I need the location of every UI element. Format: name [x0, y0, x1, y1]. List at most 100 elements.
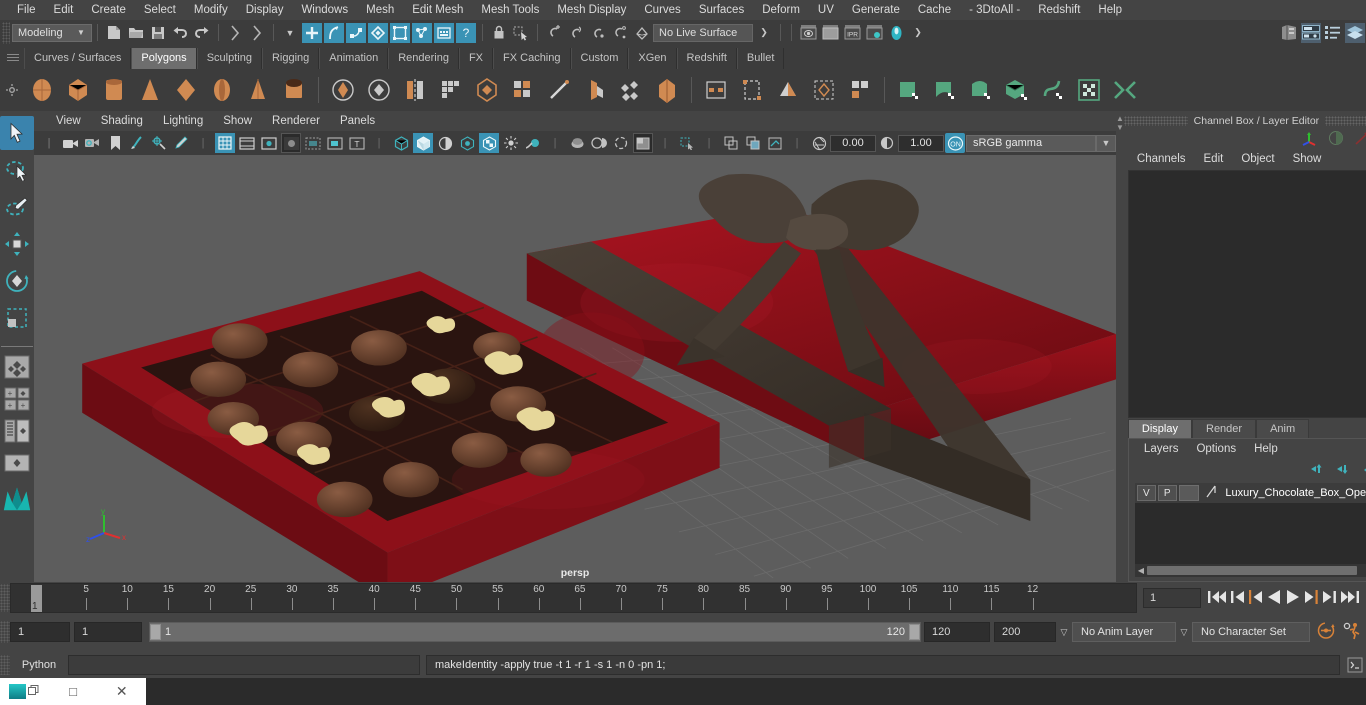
save-scene-icon[interactable] — [148, 23, 168, 43]
range-slider-grip[interactable] — [0, 621, 10, 643]
layer-menu-help[interactable]: Help — [1245, 443, 1287, 455]
four-view-layout-button[interactable]: + + + — [1, 385, 33, 413]
viewport-menu-shading[interactable]: Shading — [91, 112, 153, 131]
poly-uv-icon[interactable] — [807, 73, 841, 107]
menu-item-redshift[interactable]: Redshift — [1029, 0, 1089, 20]
select-by-rendering-icon[interactable] — [412, 22, 432, 43]
channel-box-layout-icon[interactable] — [1301, 22, 1321, 43]
live-surface-field[interactable]: No Live Surface — [653, 23, 753, 42]
step-forward-keyframe-icon[interactable] — [1322, 589, 1337, 608]
poly-smooth-icon[interactable] — [843, 73, 877, 107]
range-end-handle[interactable] — [909, 624, 920, 640]
range-start-field[interactable]: 1 — [74, 622, 142, 642]
select-by-surface-icon[interactable] — [346, 22, 366, 43]
layer-list-horizontal-scrollbar[interactable]: ◀ ▶ — [1134, 564, 1366, 577]
isolate-select-icon[interactable] — [633, 133, 653, 153]
uv-planar-icon[interactable] — [928, 73, 962, 107]
viewport-menu-show[interactable]: Show — [213, 112, 262, 131]
maximize-window-button[interactable]: □ — [49, 678, 98, 705]
camera-attributes-icon[interactable] — [83, 133, 103, 153]
render-settings-icon[interactable] — [864, 23, 884, 43]
layer-row[interactable]: V P Luxury_Chocolate_Box_Open_Red_00 — [1134, 483, 1366, 503]
menu-item-modify[interactable]: Modify — [185, 0, 237, 20]
move-layer-down-icon[interactable] — [1336, 463, 1353, 478]
layer-name-label[interactable]: Luxury_Chocolate_Box_Open_Red_00 — [1223, 487, 1366, 499]
menu-item-select[interactable]: Select — [135, 0, 185, 20]
uv-editor-icon[interactable] — [1108, 73, 1142, 107]
menu-set-selector[interactable]: Modeling ▼ — [12, 23, 92, 42]
poly-insert-edge-loop-icon[interactable] — [578, 73, 612, 107]
shelf-grip[interactable] — [2, 45, 24, 69]
command-language-label[interactable]: Python — [10, 659, 68, 671]
poly-bridge-icon[interactable] — [506, 73, 540, 107]
layer-visibility-toggle[interactable]: V — [1136, 485, 1156, 501]
render-current-frame-icon[interactable] — [798, 23, 818, 43]
select-by-dynamic-icon[interactable] — [390, 22, 410, 43]
viewport-grip[interactable]: | — [39, 133, 59, 153]
scroll-left-icon[interactable]: ◀ — [1135, 566, 1147, 575]
render-region-icon[interactable] — [820, 23, 840, 43]
panel-grip-right[interactable] — [1325, 116, 1366, 126]
transform-axis-icon[interactable] — [1300, 130, 1318, 149]
grease-pencil-icon[interactable] — [171, 133, 191, 153]
range-start-handle[interactable] — [150, 624, 161, 640]
anim-layer-dropdown-icon[interactable]: ▽ — [1176, 627, 1192, 638]
select-by-misc-icon[interactable] — [434, 22, 454, 43]
lasso-select-tool-button[interactable] — [0, 153, 34, 187]
color-space-dropdown-icon[interactable]: ▼ — [1096, 134, 1116, 152]
motion-blur-icon[interactable] — [567, 133, 587, 153]
step-back-frame-icon[interactable] — [1248, 589, 1263, 608]
menu-item-mesh-tools[interactable]: Mesh Tools — [472, 0, 548, 20]
color-space-field[interactable]: sRGB gamma — [966, 134, 1096, 152]
poly-sphere-smooth-icon[interactable] — [326, 73, 360, 107]
move-layer-up-icon[interactable] — [1310, 463, 1327, 478]
snap-curve-icon[interactable] — [566, 23, 586, 43]
viewport-menu-renderer[interactable]: Renderer — [262, 112, 330, 131]
hypershade-persp-layout-button[interactable] — [1, 449, 33, 477]
viewport-scroll-strip[interactable]: ▲ ▼ — [1116, 112, 1124, 582]
xray-icon[interactable] — [677, 133, 697, 153]
menu-item-curves[interactable]: Curves — [635, 0, 689, 20]
select-by-deform-icon[interactable] — [368, 22, 388, 43]
menu-item-create[interactable]: Create — [82, 0, 135, 20]
menu-item-generate[interactable]: Generate — [843, 0, 909, 20]
open-scene-icon[interactable] — [126, 23, 146, 43]
current-time-indicator[interactable]: 1 — [31, 585, 42, 612]
select-by-hierarchy-icon[interactable] — [302, 22, 322, 43]
select-by-curve-icon[interactable] — [324, 22, 344, 43]
command-line-grip[interactable] — [0, 655, 10, 675]
character-set-field[interactable]: No Character Set — [1192, 622, 1310, 642]
wireframe-icon[interactable] — [391, 133, 411, 153]
poly-extrude-icon[interactable] — [470, 73, 504, 107]
poly-torus-icon[interactable] — [169, 73, 203, 107]
poly-separate-icon[interactable] — [735, 73, 769, 107]
scroll-up-icon[interactable]: ▲ — [1116, 114, 1124, 123]
go-to-end-icon[interactable] — [1340, 589, 1360, 608]
gamma-field[interactable]: 1.00 — [898, 134, 944, 152]
channel-menu-edit[interactable]: Edit — [1195, 153, 1233, 165]
poly-triangulate-icon[interactable] — [892, 73, 926, 107]
play-forwards-icon[interactable] — [1285, 589, 1301, 608]
gamma-icon[interactable] — [877, 133, 897, 153]
poly-subdiv-icon[interactable] — [362, 73, 396, 107]
play-backwards-icon[interactable] — [1266, 589, 1282, 608]
script-editor-icon[interactable] — [1344, 655, 1366, 675]
redo-icon[interactable] — [192, 23, 212, 43]
perspective-viewport[interactable]: y x z persp — [34, 155, 1116, 582]
layer-tab-render[interactable]: Render — [1192, 419, 1257, 438]
poly-append-icon[interactable] — [542, 73, 576, 107]
select-camera-icon[interactable] — [61, 133, 81, 153]
poly-cylinder-icon[interactable] — [97, 73, 131, 107]
status-chevron-right2-icon[interactable]: ❯ — [908, 23, 928, 43]
step-back-keyframe-icon[interactable] — [1230, 589, 1245, 608]
rotate-tool-button[interactable] — [0, 264, 34, 298]
resolution-gate-icon[interactable] — [259, 133, 279, 153]
shelf-tab-rigging[interactable]: Rigging — [261, 48, 320, 69]
snap-point-icon[interactable] — [588, 23, 608, 43]
screen-space-ao-icon[interactable] — [523, 133, 543, 153]
shadows-icon[interactable] — [501, 133, 521, 153]
layer-list[interactable]: V P Luxury_Chocolate_Box_Open_Red_00 ◀ ▶ — [1134, 483, 1366, 577]
poly-cone-icon[interactable] — [133, 73, 167, 107]
shelf-tab-xgen[interactable]: XGen — [628, 48, 677, 69]
grid-icon[interactable] — [215, 133, 235, 153]
